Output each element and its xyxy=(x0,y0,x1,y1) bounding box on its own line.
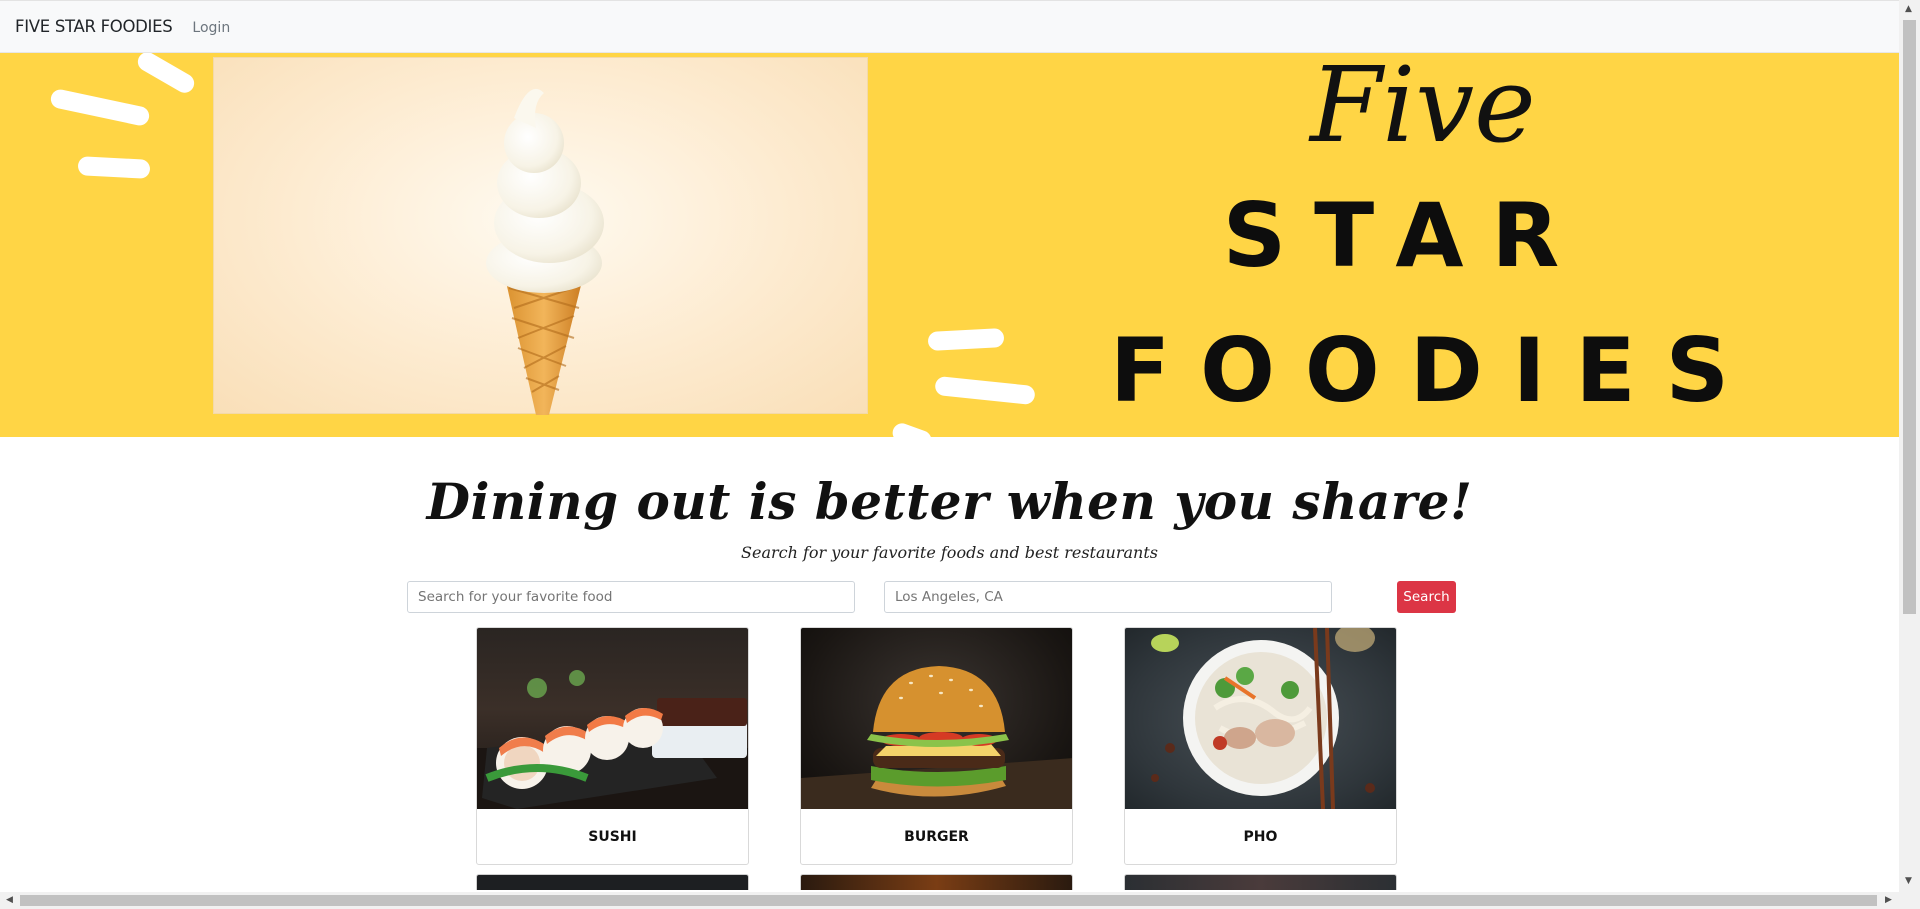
navbar: FIVE STAR FOODIES Login xyxy=(0,0,1899,53)
food-search-input[interactable] xyxy=(407,581,855,613)
decor-dash xyxy=(934,375,1036,406)
navbar-brand[interactable]: FIVE STAR FOODIES xyxy=(15,17,173,36)
logo-five: Five xyxy=(1310,53,1536,166)
food-card-peek[interactable] xyxy=(476,874,749,890)
decor-dash xyxy=(77,156,151,179)
burger-icon xyxy=(801,666,1072,809)
scroll-down-icon[interactable]: ▼ xyxy=(1905,877,1912,886)
food-card-peek[interactable] xyxy=(800,874,1073,890)
location-input[interactable] xyxy=(884,581,1332,613)
food-card-pho[interactable]: PHO xyxy=(1124,627,1397,865)
food-card-title: PHO xyxy=(1243,829,1278,845)
vertical-scroll-thumb[interactable] xyxy=(1903,20,1916,614)
logo-foodies: FOODIES xyxy=(1110,319,1760,422)
horizontal-scrollbar[interactable]: ◀ ▶ xyxy=(0,892,1920,909)
decor-dash xyxy=(49,87,151,128)
scroll-right-icon[interactable]: ▶ xyxy=(1885,896,1892,905)
sushi-photo xyxy=(477,628,748,809)
horizontal-scroll-thumb[interactable] xyxy=(20,895,1877,906)
food-card-title: BURGER xyxy=(904,829,969,845)
food-card-title: SUSHI xyxy=(588,829,637,845)
page-headline: Dining out is better when you share! xyxy=(426,472,1473,531)
search-button[interactable]: Search xyxy=(1397,581,1456,613)
scroll-up-icon[interactable]: ▲ xyxy=(1905,5,1912,14)
pho-photo xyxy=(1125,628,1396,809)
food-card-burger[interactable]: BURGER xyxy=(800,627,1073,865)
login-link[interactable]: Login xyxy=(192,20,230,36)
scroll-left-icon[interactable]: ◀ xyxy=(6,896,13,905)
decor-dash xyxy=(889,420,935,437)
page-subheadline: Search for your favorite foods and best … xyxy=(741,543,1158,562)
pho-icon xyxy=(1151,628,1375,809)
logo-star: STAR xyxy=(1222,184,1588,287)
hero-banner: Five STAR FOODIES xyxy=(0,53,1899,437)
ice-cream-photo xyxy=(213,57,868,415)
sushi-icon xyxy=(477,670,748,809)
decor-dash xyxy=(927,328,1005,351)
decor-dash xyxy=(134,53,198,97)
ice-cream-icon xyxy=(486,88,604,415)
food-card-peek[interactable] xyxy=(1124,874,1397,890)
burger-photo xyxy=(801,628,1072,809)
vertical-scrollbar[interactable]: ▲ ▼ xyxy=(1899,0,1920,892)
food-card-sushi[interactable]: SUSHI xyxy=(476,627,749,865)
